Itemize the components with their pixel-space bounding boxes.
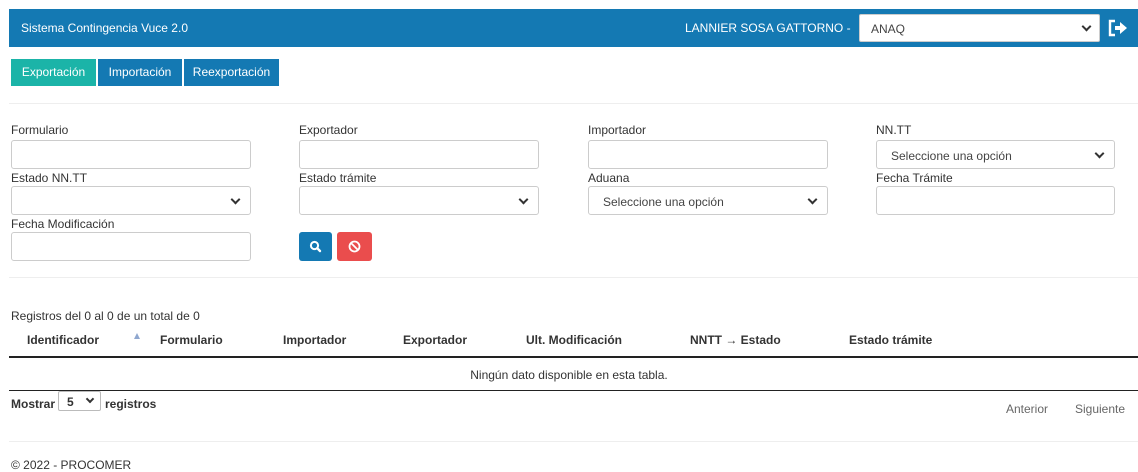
pagination-next[interactable]: Siguiente — [1075, 402, 1125, 416]
logout-icon[interactable] — [1108, 19, 1128, 37]
aduana-select-value: Seleccione una opción — [603, 195, 724, 209]
fecha-tramite-input[interactable] — [876, 186, 1115, 215]
app-title[interactable]: Sistema Contingencia Vuce 2.0 — [21, 21, 188, 35]
importador-input[interactable] — [588, 140, 828, 169]
chevron-down-icon — [518, 194, 529, 205]
divider — [9, 277, 1138, 278]
column-header-formulario[interactable]: Formulario — [160, 333, 223, 347]
length-menu-prefix: Mostrar — [11, 397, 56, 411]
importador-label: Importador — [588, 123, 647, 137]
chevron-down-icon — [1094, 148, 1105, 159]
user-separator: - — [846, 21, 851, 35]
page-length-value: 5 — [67, 395, 74, 409]
search-button[interactable] — [299, 232, 332, 261]
estado-tramite-label: Estado trámite — [299, 171, 377, 185]
divider — [9, 103, 1138, 104]
clear-filters-button[interactable] — [337, 232, 372, 261]
fecha-modificacion-input[interactable] — [11, 232, 251, 261]
column-header-ult-modificacion[interactable]: Ult. Modificación — [526, 333, 622, 347]
chevron-down-icon — [807, 194, 818, 205]
table-empty-message: Ningún dato disponible en esta tabla. — [470, 368, 668, 382]
length-menu-suffix: registros — [105, 397, 157, 411]
divider — [9, 441, 1138, 442]
exportador-label: Exportador — [299, 123, 358, 137]
records-info: Registros del 0 al 0 de un total de 0 — [11, 309, 200, 323]
estado-nntt-select[interactable] — [11, 186, 251, 215]
ban-icon — [348, 240, 361, 253]
fecha-tramite-label: Fecha Trámite — [876, 171, 953, 185]
user-name: LANNIER SOSA GATTORNO - — [685, 21, 851, 35]
company-select-value: ANAQ — [871, 22, 906, 36]
aduana-select[interactable]: Seleccione una opción — [588, 186, 828, 215]
pagination-previous[interactable]: Anterior — [1006, 402, 1048, 416]
exportador-input[interactable] — [299, 140, 539, 169]
column-header-nntt-estado[interactable]: NNTT → Estado — [690, 333, 781, 347]
column-header-estado-tramite[interactable]: Estado trámite — [849, 333, 932, 347]
search-icon — [309, 240, 322, 253]
footer-copyright: © 2022 - PROCOMER — [11, 458, 132, 472]
estado-nntt-label: Estado NN.TT — [11, 171, 88, 185]
company-select[interactable]: ANAQ — [859, 14, 1100, 42]
chevron-down-icon — [230, 194, 241, 205]
tab-reexportacion[interactable]: Reexportación — [184, 59, 279, 86]
column-header-importador[interactable]: Importador — [283, 333, 346, 347]
formulario-label: Formulario — [11, 123, 69, 137]
page-length-select[interactable]: 5 — [58, 391, 101, 411]
chevron-down-icon — [1081, 21, 1092, 32]
table-bottom-border — [9, 390, 1138, 391]
nntt-label: NN.TT — [876, 123, 912, 137]
fecha-modificacion-label: Fecha Modificación — [11, 217, 115, 231]
tab-importacion[interactable]: Importación — [98, 59, 182, 86]
user-name-text: LANNIER SOSA GATTORNO — [685, 21, 844, 35]
sort-ascending-icon[interactable] — [134, 333, 140, 339]
chevron-down-icon — [85, 394, 95, 404]
tab-exportacion[interactable]: Exportación — [11, 59, 96, 86]
aduana-label: Aduana — [588, 171, 630, 185]
table-header-border — [9, 356, 1138, 358]
formulario-input[interactable] — [11, 140, 251, 169]
column-header-exportador[interactable]: Exportador — [403, 333, 467, 347]
top-navbar: Sistema Contingencia Vuce 2.0 LANNIER SO… — [9, 9, 1138, 47]
column-header-identificador[interactable]: Identificador — [27, 333, 99, 347]
nntt-select-value: Seleccione una opción — [891, 149, 1012, 163]
nntt-select[interactable]: Seleccione una opción — [876, 140, 1115, 169]
estado-tramite-select[interactable] — [299, 186, 539, 215]
